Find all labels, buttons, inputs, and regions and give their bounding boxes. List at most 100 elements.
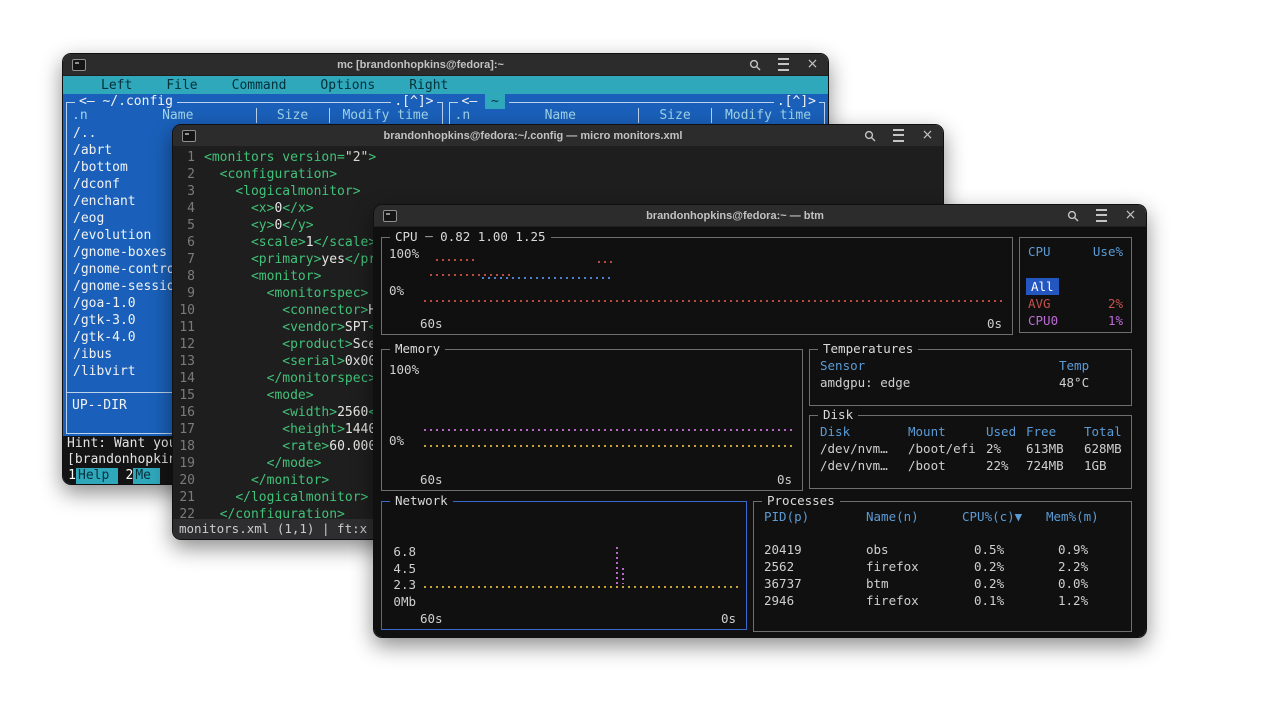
network-panel[interactable]: Network 6.84.52.30Mb 60s0s bbox=[381, 501, 747, 630]
sort-indicator[interactable]: .n bbox=[67, 108, 100, 123]
menu-icon[interactable] bbox=[1096, 209, 1107, 222]
disk-device: /dev/nvm… bbox=[820, 457, 908, 474]
line-number: 6 bbox=[173, 234, 195, 251]
close-icon[interactable]: × bbox=[1124, 209, 1137, 222]
column-header-size[interactable]: Size bbox=[638, 108, 711, 123]
x-axis: 60s0s bbox=[420, 316, 1002, 331]
process-cpu: 0.5% bbox=[962, 541, 1046, 558]
function-key[interactable]: 1Help bbox=[63, 468, 118, 484]
process-row[interactable]: 36737btm0.2%0.0% bbox=[764, 575, 1121, 592]
line-number: 2 bbox=[173, 166, 195, 183]
function-key-label[interactable]: Help bbox=[76, 468, 118, 484]
disk-used: 2% bbox=[986, 440, 1026, 457]
mc-titlebar[interactable]: mc [brandonhopkins@fedora]:~ × bbox=[63, 54, 828, 76]
column-header-name[interactable]: Name bbox=[100, 108, 256, 123]
memory-panel[interactable]: Memory 100% 0% 60s0s bbox=[381, 349, 803, 491]
panel-updir-corner[interactable]: .[^]> bbox=[774, 94, 819, 109]
column-header-modify[interactable]: Modify time bbox=[329, 108, 442, 123]
x-axis: 60s0s bbox=[420, 611, 736, 626]
window-title: mc [brandonhopkins@fedora]:~ bbox=[103, 59, 738, 71]
process-row[interactable]: 20419obs0.5%0.9% bbox=[764, 541, 1121, 558]
search-icon[interactable] bbox=[1066, 209, 1079, 222]
menu-item[interactable]: Left bbox=[101, 78, 132, 93]
cpu-all-label[interactable]: All bbox=[1026, 278, 1059, 295]
code-line[interactable]: 2 <configuration> bbox=[173, 166, 943, 183]
code-text: <monitorspec> bbox=[204, 285, 368, 302]
disk-rows: /dev/nvm…/boot/efi2%613MB628MB/dev/nvm…/… bbox=[820, 440, 1121, 474]
network-y-axis: 6.84.52.30Mb bbox=[386, 544, 416, 610]
micro-titlebar[interactable]: brandonhopkins@fedora:~/.config — micro … bbox=[173, 125, 943, 147]
titlebar-controls: × bbox=[863, 129, 934, 142]
disk-panel-title: Disk bbox=[818, 407, 858, 422]
code-text: </monitor> bbox=[204, 472, 329, 489]
path-arrow: <— bbox=[462, 94, 478, 109]
network-panel-title: Network bbox=[390, 493, 453, 508]
axis-tick: 2.3 bbox=[386, 577, 416, 594]
process-column-header[interactable]: Name(n) bbox=[866, 508, 962, 525]
x-axis-right: 0s bbox=[777, 472, 792, 487]
panel-path[interactable]: <— ~/.config bbox=[75, 94, 177, 109]
menu-icon[interactable] bbox=[893, 129, 904, 142]
code-line[interactable]: 1 <monitors version="2"> bbox=[173, 149, 943, 166]
disk-row: /dev/nvm…/boot22%724MB1GB bbox=[820, 457, 1121, 474]
cpu-row-cpu0[interactable]: CPU01% bbox=[1028, 312, 1123, 329]
titlebar-controls: × bbox=[748, 58, 819, 71]
close-icon[interactable]: × bbox=[806, 58, 819, 71]
process-column-header[interactable]: Mem%(m) bbox=[1046, 508, 1121, 525]
menu-item[interactable]: File bbox=[166, 78, 197, 93]
sort-indicator[interactable]: .n bbox=[450, 108, 483, 123]
temp-column-header: Temp bbox=[1059, 358, 1121, 374]
process-row[interactable]: 2562firefox0.2%2.2% bbox=[764, 558, 1121, 575]
panel-path[interactable]: <— ~ bbox=[458, 94, 509, 109]
function-key-label[interactable]: Me bbox=[133, 468, 160, 484]
path-chip[interactable]: ~ bbox=[485, 94, 505, 109]
cpu-usage-table[interactable]: CPUUse% All AVG2% CPU01% bbox=[1019, 237, 1132, 333]
cpu-row-avg[interactable]: AVG2% bbox=[1028, 295, 1123, 312]
cpu-panel[interactable]: CPU ─ 0.82 1.00 1.25 100% 0% 60s0s bbox=[381, 237, 1013, 335]
disk-column-header: Mount bbox=[908, 423, 986, 440]
disk-column-header: Total bbox=[1084, 423, 1122, 440]
process-mem: 0.0% bbox=[1046, 575, 1121, 592]
process-column-header[interactable]: PID(p) bbox=[764, 508, 866, 525]
search-icon[interactable] bbox=[863, 129, 876, 142]
code-text: <product>Sce bbox=[204, 336, 376, 353]
cpu-plot bbox=[424, 250, 1004, 306]
btm-body: CPU ─ 0.82 1.00 1.25 100% 0% 60s0s CPUUs… bbox=[374, 227, 1146, 637]
code-text: <connector>H bbox=[204, 302, 376, 319]
cpu-panel-title: CPU ─ 0.82 1.00 1.25 bbox=[390, 229, 551, 244]
column-header-size[interactable]: Size bbox=[256, 108, 329, 123]
sensor-temp: 48°C bbox=[1059, 374, 1121, 392]
function-key[interactable]: 2Me bbox=[120, 468, 160, 484]
menu-icon[interactable] bbox=[778, 58, 789, 71]
temperatures-panel[interactable]: Temperatures SensorTemp amdgpu: edge48°C bbox=[809, 349, 1132, 406]
search-icon[interactable] bbox=[748, 58, 761, 71]
menu-item[interactable]: Right bbox=[409, 78, 448, 93]
code-text: <y>0</y> bbox=[204, 217, 314, 234]
btm-titlebar[interactable]: brandonhopkins@fedora:~ — btm × bbox=[374, 205, 1146, 227]
line-number: 17 bbox=[173, 421, 195, 438]
code-line[interactable]: 3 <logicalmonitor> bbox=[173, 183, 943, 200]
panel-updir-corner[interactable]: .[^]> bbox=[391, 94, 436, 109]
menu-item[interactable]: Command bbox=[232, 78, 287, 93]
swap-usage-line bbox=[424, 445, 794, 447]
temperatures-rows: amdgpu: edge48°C bbox=[820, 374, 1121, 392]
processes-panel[interactable]: Processes PID(p)Name(n)CPU%(c)▼Mem%(m) 2… bbox=[753, 501, 1132, 632]
disk-column-header: Free bbox=[1026, 423, 1084, 440]
column-header-modify[interactable]: Modify time bbox=[711, 108, 824, 123]
line-number: 9 bbox=[173, 285, 195, 302]
line-number: 1 bbox=[173, 149, 195, 166]
column-header-name[interactable]: Name bbox=[483, 108, 639, 123]
code-text: <rate>60.000 bbox=[204, 438, 376, 455]
code-text: <logicalmonitor> bbox=[204, 183, 361, 200]
disk-column-header: Disk bbox=[820, 423, 908, 440]
memory-plot bbox=[424, 366, 794, 454]
cpu-row-all[interactable]: All bbox=[1028, 278, 1123, 295]
close-icon[interactable]: × bbox=[921, 129, 934, 142]
menu-item[interactable]: Options bbox=[320, 78, 375, 93]
code-text: <monitor> bbox=[204, 268, 321, 285]
process-list: 20419obs0.5%0.9%2562firefox0.2%2.2%36737… bbox=[764, 541, 1121, 609]
process-column-header[interactable]: CPU%(c)▼ bbox=[962, 508, 1046, 525]
process-row[interactable]: 2946firefox0.1%1.2% bbox=[764, 592, 1121, 609]
disk-panel[interactable]: Disk DiskMountUsedFreeTotal /dev/nvm…/bo… bbox=[809, 415, 1132, 489]
line-number: 3 bbox=[173, 183, 195, 200]
